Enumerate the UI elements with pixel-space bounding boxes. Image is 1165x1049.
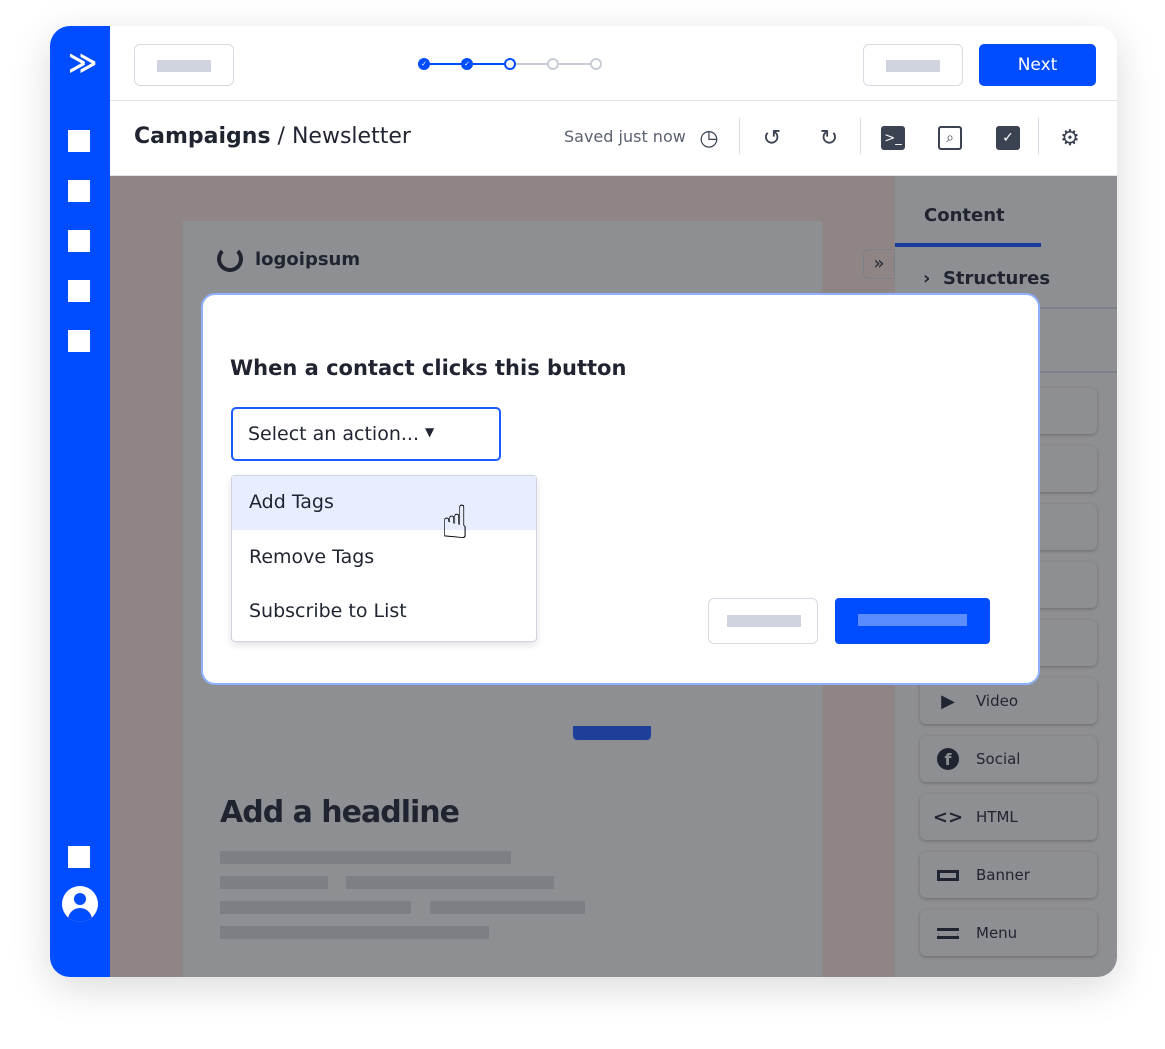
- step-1[interactable]: ✓: [418, 58, 430, 70]
- email-button[interactable]: [573, 726, 651, 740]
- sidebar: ≫: [50, 26, 110, 977]
- code-icon: <>: [932, 806, 964, 828]
- redo-icon[interactable]: ↻: [815, 124, 843, 152]
- sidebar-item-6[interactable]: [68, 846, 90, 868]
- save-status: Saved just now: [564, 127, 686, 146]
- collapse-panel-button[interactable]: »: [863, 249, 895, 279]
- block-label: Banner: [976, 866, 1030, 884]
- logo-icon: [217, 246, 243, 272]
- block-banner[interactable]: Banner: [920, 852, 1097, 898]
- top-bar: ✓ ✓ Next: [110, 26, 1117, 101]
- next-button[interactable]: Next: [979, 44, 1096, 86]
- structures-label: Structures: [942, 268, 1051, 289]
- history-icon[interactable]: ◷: [695, 124, 723, 152]
- breadcrumb: Campaigns / Newsletter: [134, 124, 411, 149]
- block-menu[interactable]: Menu: [920, 910, 1097, 956]
- sidebar-item-3[interactable]: [68, 230, 90, 252]
- avatar[interactable]: [62, 886, 98, 922]
- option-subscribe-to-list[interactable]: Subscribe to List: [232, 585, 536, 639]
- undo-icon[interactable]: ↺: [758, 124, 786, 152]
- block-label: HTML: [976, 808, 1018, 826]
- breadcrumb-separator: /: [270, 124, 292, 149]
- logo-text: logoipsum: [255, 249, 361, 270]
- option-add-tags[interactable]: Add Tags: [232, 476, 536, 530]
- banner-icon: [920, 865, 976, 886]
- app-logo-icon[interactable]: ≫: [68, 46, 97, 79]
- step-5[interactable]: [590, 58, 602, 70]
- option-remove-tags[interactable]: Remove Tags: [232, 531, 536, 585]
- sidebar-item-5[interactable]: [68, 330, 90, 352]
- settings-gear-icon[interactable]: ⚙: [1056, 124, 1084, 152]
- back-button[interactable]: [134, 44, 234, 86]
- breadcrumb-campaigns[interactable]: Campaigns: [134, 124, 271, 149]
- confirm-button[interactable]: [835, 598, 990, 644]
- step-3[interactable]: [504, 58, 516, 70]
- breadcrumb-newsletter: Newsletter: [291, 124, 411, 149]
- action-select[interactable]: Select an action... ▼: [231, 407, 501, 461]
- select-value: Select an action...: [248, 423, 419, 445]
- preview-icon[interactable]: ⌕: [936, 124, 964, 152]
- block-label: Social: [976, 750, 1021, 768]
- tab-content[interactable]: Content: [924, 205, 1005, 226]
- block-html[interactable]: <> HTML: [920, 794, 1097, 840]
- action-dropdown: Add Tags Remove Tags Subscribe to List: [231, 475, 537, 642]
- sidebar-item-4[interactable]: [68, 280, 90, 302]
- block-label: Video: [976, 692, 1019, 710]
- step-2[interactable]: ✓: [461, 58, 473, 70]
- headline[interactable]: Add a headline: [220, 795, 460, 830]
- app-window: ≫ ✓ ✓ Next Campaigns / Newsletter Saved …: [50, 26, 1117, 977]
- step-4[interactable]: [547, 58, 559, 70]
- cancel-button[interactable]: [708, 598, 818, 644]
- secondary-button[interactable]: [863, 44, 963, 86]
- play-icon: ▶: [941, 690, 955, 712]
- button-action-dialog: When a contact clicks this button Select…: [201, 293, 1040, 685]
- inbox-check-icon[interactable]: ✓: [994, 124, 1022, 152]
- block-label: Menu: [976, 924, 1018, 942]
- sidebar-item-1[interactable]: [68, 130, 90, 152]
- sidebar-item-2[interactable]: [68, 180, 90, 202]
- code-terminal-icon[interactable]: >_: [879, 124, 907, 152]
- facebook-icon: f: [920, 748, 976, 770]
- caret-down-icon: ▼: [425, 425, 435, 439]
- header: Campaigns / Newsletter Saved just now ◷ …: [110, 102, 1117, 176]
- menu-icon: [920, 923, 976, 944]
- dialog-title: When a contact clicks this button: [230, 356, 627, 380]
- hand-cursor-icon: ☝: [441, 495, 470, 549]
- block-social[interactable]: f Social: [920, 736, 1097, 782]
